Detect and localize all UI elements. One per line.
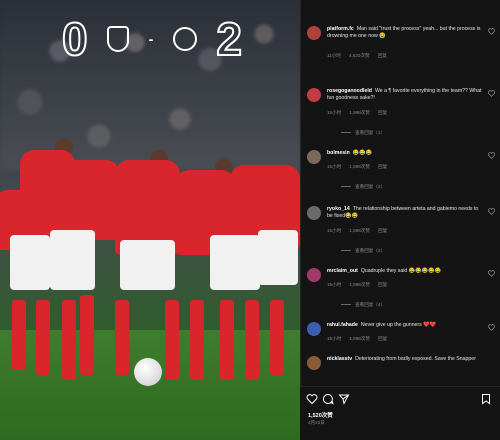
- like-heart-icon[interactable]: [488, 324, 495, 331]
- comment-username[interactable]: rahul.fahade: [327, 322, 358, 328]
- comment-meta: 15小时 1,998次赞 回复: [327, 282, 388, 287]
- reply-link[interactable]: 回复: [378, 282, 387, 287]
- comment-meta: 15小时 1,998次赞 回复: [327, 228, 388, 233]
- comment-text: rosegoganoodleld We a ¶ favorite everythi…: [327, 88, 482, 101]
- reply-link[interactable]: 回复: [378, 228, 387, 233]
- like-heart-icon[interactable]: [488, 90, 495, 97]
- comment-username[interactable]: mrclaim_out: [327, 268, 358, 274]
- comment-meta: 15小时 1,998次赞 回复: [327, 336, 388, 341]
- avatar[interactable]: [307, 206, 321, 220]
- football: [134, 358, 162, 386]
- like-heart-icon[interactable]: [488, 152, 495, 159]
- avatar[interactable]: [307, 322, 321, 336]
- view-replies-link[interactable]: 查看回复（2）: [341, 248, 385, 254]
- comment-username[interactable]: rosegoganoodleld: [327, 88, 372, 94]
- avatar[interactable]: [307, 88, 321, 102]
- reply-link[interactable]: 回复: [378, 164, 387, 169]
- comment-meta: 11小时 4,520次赞 回复: [327, 53, 387, 58]
- post-date: 4月23日: [308, 420, 325, 425]
- view-replies-link[interactable]: 查看回复（1）: [341, 130, 385, 136]
- avatar[interactable]: [307, 268, 321, 282]
- share-icon[interactable]: [338, 393, 350, 405]
- like-heart-icon[interactable]: [306, 393, 318, 405]
- comment-text: mrclaim_out Quadruple they said 😂😂😂😂😂: [327, 268, 442, 274]
- comment-text: ryoko_14 The relationship between arteta …: [327, 206, 479, 219]
- comment-meta: 15小时 1,998次赞 回复: [327, 110, 388, 115]
- comment-username[interactable]: platform.fc: [327, 26, 354, 32]
- like-count[interactable]: 1,520次赞: [308, 411, 333, 419]
- reply-link[interactable]: 回复: [378, 336, 387, 341]
- post-image[interactable]: 0 - 2: [0, 0, 300, 440]
- avatar[interactable]: [307, 26, 321, 40]
- comment-text: rahul.fahade Never give up the gunners ❤️…: [327, 322, 437, 328]
- comment-text: platform.fc Man said "trust the process" …: [327, 26, 481, 39]
- arsenal-crest-icon: [107, 26, 130, 52]
- reply-link[interactable]: 回复: [378, 110, 387, 115]
- like-heart-icon[interactable]: [488, 270, 495, 277]
- post-actions-bar: 1,520次赞 4月23日: [300, 386, 500, 440]
- comments-panel[interactable]: platform.fc Man said "trust the process" …: [300, 0, 500, 440]
- like-heart-icon[interactable]: [488, 208, 495, 215]
- comment-username[interactable]: bolmesin: [327, 150, 350, 156]
- score-separator: -: [148, 31, 154, 47]
- home-score: 0: [61, 13, 89, 65]
- bookmark-icon[interactable]: [480, 393, 492, 405]
- comment-meta: 15小时 1,998次赞 回复: [327, 164, 388, 169]
- comment-username[interactable]: nicklasstv: [327, 356, 352, 362]
- avatar[interactable]: [307, 150, 321, 164]
- view-replies-link[interactable]: 查看回复（4）: [341, 302, 385, 308]
- comment-text: bolmesin 😂😂😂: [327, 150, 373, 156]
- scoreboard: 0 - 2: [61, 13, 243, 65]
- comment-icon[interactable]: [322, 393, 334, 405]
- avatar[interactable]: [307, 356, 321, 370]
- like-heart-icon[interactable]: [488, 28, 495, 35]
- reply-link[interactable]: 回复: [378, 53, 387, 58]
- away-score: 2: [215, 13, 243, 65]
- comment-username[interactable]: ryoko_14: [327, 206, 350, 212]
- view-replies-link[interactable]: 查看回复（2）: [341, 184, 385, 190]
- comment-text: nicklasstv Deteriorating from badly expos…: [327, 356, 476, 362]
- man-city-crest-icon: [172, 27, 197, 51]
